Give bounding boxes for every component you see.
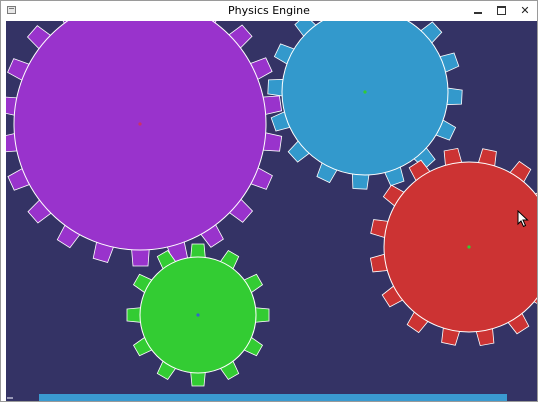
maximize-icon — [496, 5, 506, 15]
window-title: Physics Engine — [228, 4, 310, 17]
gear-blue[interactable] — [267, 21, 463, 190]
app-window: Physics Engine ✕ — [0, 0, 538, 402]
gear-axle-dot — [467, 245, 471, 249]
gear-body — [383, 161, 537, 333]
gear-body — [281, 21, 449, 176]
mouse-pointer-icon — [517, 210, 529, 228]
gear-body — [13, 21, 267, 251]
maximize-button[interactable] — [489, 1, 513, 19]
title-bar[interactable]: Physics Engine ✕ — [1, 1, 537, 21]
gear-purple[interactable] — [6, 21, 283, 267]
corner-mark — [7, 397, 13, 399]
gear-scene — [6, 21, 537, 387]
gear-axle-dot — [196, 313, 200, 317]
gear-axle-dot — [138, 122, 142, 126]
simulation-canvas[interactable] — [6, 21, 537, 401]
close-icon: ✕ — [520, 3, 530, 17]
minimize-button[interactable] — [466, 1, 490, 19]
ground-platform — [39, 394, 507, 401]
close-button[interactable]: ✕ — [513, 1, 537, 19]
minimize-icon — [474, 12, 482, 14]
gear-axle-dot — [363, 90, 367, 94]
